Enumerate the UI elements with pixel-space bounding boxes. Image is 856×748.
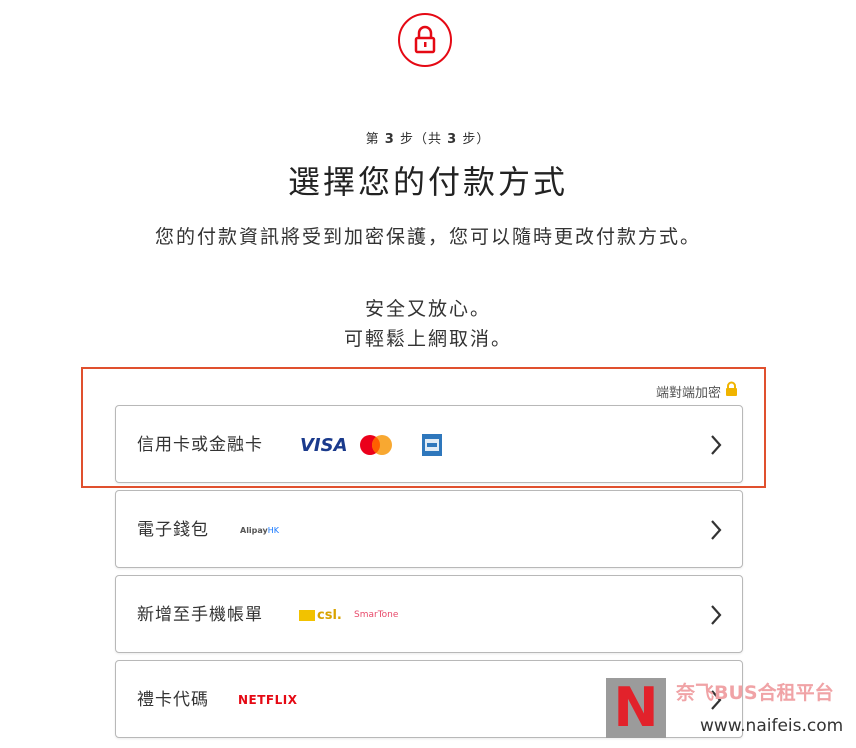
visa-logo: VISA xyxy=(300,434,348,456)
chevron-right-icon xyxy=(710,604,722,630)
mastercard-logo xyxy=(358,406,394,484)
smartone-logo: SmarTone xyxy=(354,610,399,620)
chevron-right-icon xyxy=(710,434,722,460)
encryption-label: 端對端加密 xyxy=(655,385,721,401)
watermark-name: 奈飞BUS合租平台 xyxy=(676,682,834,704)
csl-logo: csl. xyxy=(299,576,342,654)
option-label: 信用卡或金融卡 xyxy=(137,435,263,455)
chevron-right-icon xyxy=(710,519,722,545)
payment-option-ewallet[interactable]: 電子錢包 Alipay HK xyxy=(115,490,743,568)
watermark-logo: N xyxy=(606,678,666,738)
option-label: 新增至手機帳單 xyxy=(137,605,263,625)
payment-option-card[interactable]: 信用卡或金融卡 VISA xyxy=(115,405,743,483)
cancel-text: 可輕鬆上網取消。 xyxy=(343,328,512,350)
option-label: 電子錢包 xyxy=(137,520,209,540)
payment-option-mobile-bill[interactable]: 新增至手機帳單 csl. SmarTone xyxy=(115,575,743,653)
step-indicator: 第 3 步（共 3 步） xyxy=(365,132,491,147)
watermark: N 奈飞BUS合租平台 www.naifeis.com xyxy=(606,676,856,748)
page-title: 選擇您的付款方式 xyxy=(287,163,568,201)
watermark-url: www.naifeis.com xyxy=(700,716,844,736)
encryption-badge: 端對端加密 xyxy=(656,381,738,401)
small-lock-icon xyxy=(725,381,738,401)
safe-text: 安全又放心。 xyxy=(364,298,491,320)
lock-icon xyxy=(398,13,452,67)
alipay-logo: Alipay HK xyxy=(240,525,280,535)
option-label: 禮卡代碼 xyxy=(137,690,209,710)
amex-logo xyxy=(422,406,442,484)
page-description: 您的付款資訊將受到加密保護，您可以隨時更改付款方式。 xyxy=(154,226,701,248)
netflix-logo: NETFLIX xyxy=(238,693,298,707)
